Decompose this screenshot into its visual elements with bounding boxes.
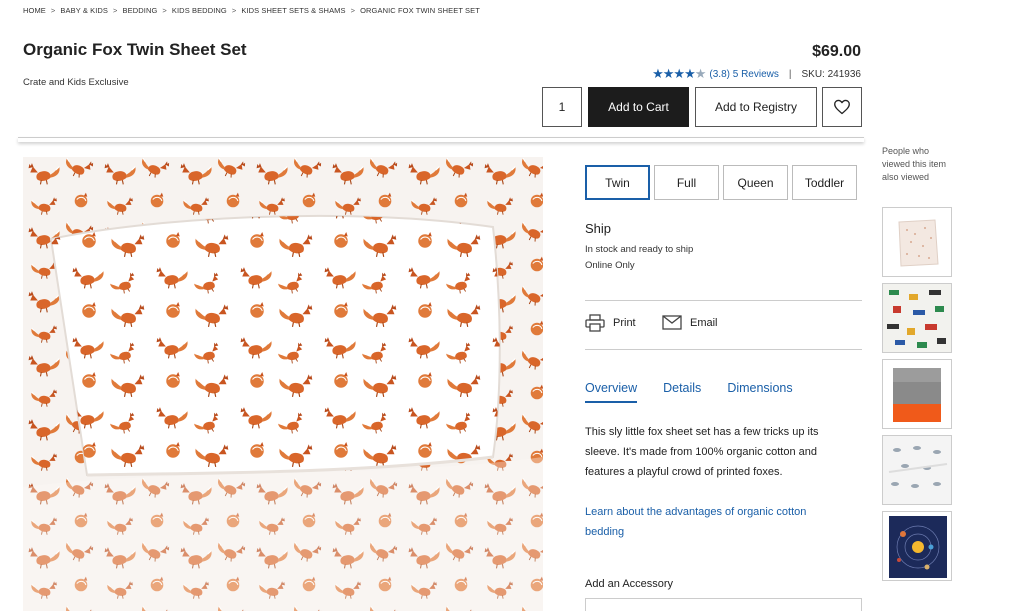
quantity-input[interactable]: 1 <box>542 87 582 127</box>
gray-pattern-sheet-image <box>883 436 951 504</box>
also-viewed-label: People who viewed this item also viewed <box>882 146 947 182</box>
heart-icon <box>834 99 850 115</box>
reviews-link[interactable]: (3.8) 5 Reviews <box>709 69 778 80</box>
email-label: Email <box>690 316 718 329</box>
breadcrumb-separator: > <box>50 6 56 15</box>
info-tabs: Overview Details Dimensions <box>585 381 819 403</box>
product-description: This sly little fox sheet set has a few … <box>585 426 819 478</box>
breadcrumb-kids-bedding[interactable]: Kids Bedding <box>172 6 227 15</box>
online-only-text: Online Only <box>585 260 635 271</box>
size-option-queen[interactable]: Queen <box>723 165 788 200</box>
breadcrumb-separator: > <box>231 6 237 15</box>
solar-system-rug-image <box>883 512 951 580</box>
ship-title: Ship <box>585 221 612 236</box>
breadcrumb-separator: > <box>113 6 118 15</box>
organic-cotton-link[interactable]: Learn about the advantages of organic co… <box>585 502 845 542</box>
breadcrumb-baby-kids[interactable]: Baby & Kids <box>60 6 108 15</box>
size-option-full[interactable]: Full <box>654 165 719 200</box>
divider <box>585 349 862 350</box>
breadcrumb-current: Organic Fox Twin Sheet Set <box>360 6 480 15</box>
recommendation-thumbnail[interactable] <box>882 511 952 581</box>
recommendation-thumbnail[interactable] <box>882 283 952 353</box>
breadcrumb-separator: > <box>350 6 356 15</box>
sku-text: SKU: 241936 <box>801 68 862 80</box>
printer-icon <box>585 314 605 332</box>
size-option-twin[interactable]: Twin <box>585 165 650 200</box>
add-to-registry-button[interactable]: Add to Registry <box>695 87 817 127</box>
recommendation-thumbnail[interactable] <box>882 207 952 277</box>
tab-details[interactable]: Details <box>663 381 701 403</box>
favorite-button[interactable] <box>822 87 862 127</box>
patterned-sheet-image <box>883 208 951 276</box>
email-button[interactable]: Email <box>662 315 718 330</box>
product-image[interactable] <box>23 157 543 611</box>
star-rating-icon[interactable]: ★★★★★ <box>652 66 706 82</box>
fox-sheet-image <box>23 157 543 611</box>
breadcrumb-separator: > <box>162 6 167 15</box>
breadcrumb-bedding[interactable]: Bedding <box>123 6 158 15</box>
breadcrumb-sheet-sets[interactable]: Kids Sheet Sets & Shams <box>241 6 345 15</box>
divider <box>585 300 862 301</box>
header-divider <box>18 137 864 142</box>
recommendation-thumbnail[interactable] <box>882 435 952 505</box>
print-button[interactable]: Print <box>585 314 636 332</box>
divider: | <box>788 68 792 80</box>
tab-dimensions[interactable]: Dimensions <box>727 381 792 403</box>
recommendation-thumbnail[interactable] <box>882 359 952 429</box>
accessory-select[interactable] <box>585 598 862 611</box>
add-to-cart-button[interactable]: Add to Cart <box>588 87 689 127</box>
tab-overview[interactable]: Overview <box>585 381 638 403</box>
size-option-toddler[interactable]: Toddler <box>792 165 857 200</box>
product-title: Organic Fox Twin Sheet Set <box>23 40 247 59</box>
rating-row: ★★★★★ (3.8) 5 Reviews | SKU: 241936 <box>652 66 861 82</box>
dinosaur-sheet-image <box>883 284 951 352</box>
breadcrumb: Home > Baby & Kids > Bedding > Kids Bedding > Ki… <box>23 6 480 15</box>
size-selector: Twin Full Queen Toddler <box>585 165 857 200</box>
product-subtitle: Crate and Kids Exclusive <box>23 77 129 88</box>
print-label: Print <box>613 317 636 329</box>
gray-orange-blanket-image <box>883 360 951 428</box>
accessory-label: Add an Accessory <box>585 578 674 590</box>
stock-status: In stock and ready to ship <box>585 244 694 255</box>
product-price: $69.00 <box>812 43 861 60</box>
envelope-icon <box>662 315 682 330</box>
breadcrumb-home[interactable]: Home <box>23 6 46 15</box>
